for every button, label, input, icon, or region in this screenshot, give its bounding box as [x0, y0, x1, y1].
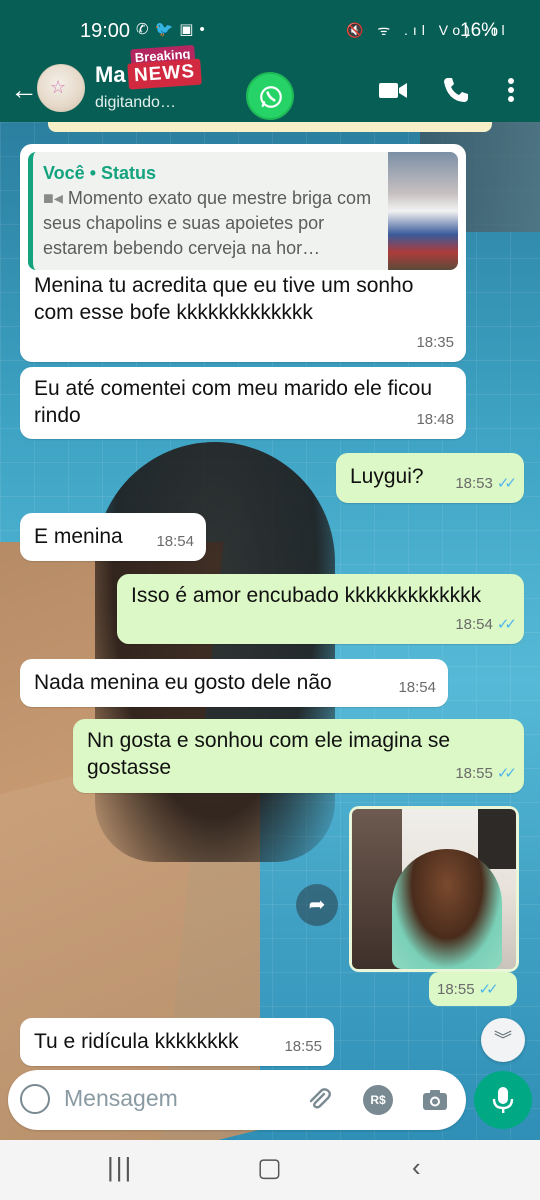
- message-text: Eu até comentei com meu marido ele ficou…: [34, 377, 433, 427]
- message-outgoing[interactable]: Luygui? 18:53 ✓✓: [336, 453, 524, 503]
- message-meta: 18:55 ✓✓: [429, 972, 517, 1006]
- message-time: 18:54: [156, 533, 194, 550]
- quoted-status[interactable]: Você • Status ■◂ Momento exato que mestr…: [28, 152, 458, 270]
- message-incoming[interactable]: Eu até comentei com meu marido ele ficou…: [20, 367, 466, 439]
- scroll-to-bottom-button[interactable]: ︾: [481, 1018, 525, 1062]
- avatar-logo: ☆: [50, 77, 67, 97]
- message-meta: 18:53 ✓✓: [455, 470, 517, 497]
- quoted-thumbnail: [388, 152, 458, 270]
- quoted-text: ■◂ Momento exato que mestre briga com se…: [43, 186, 373, 261]
- message-text: Isso é amor encubado kkkkkkkkkkkkk: [131, 584, 482, 607]
- message-time: 18:35: [416, 334, 454, 351]
- mic-button[interactable]: [474, 1071, 532, 1129]
- message-outgoing[interactable]: Nn gosta e sonhou com ele imagina se gos…: [73, 719, 524, 793]
- status-bar: 19:00 ✆🐦▣• 🔇 ᯤ .ıl Vo) .ıl 16%: [0, 0, 540, 64]
- image-content: [352, 809, 516, 969]
- sticker-text-bottom: NEWS: [127, 58, 202, 90]
- battery-level: 16%: [460, 20, 499, 41]
- message-time: 18:55: [284, 1038, 322, 1055]
- twitter-icon: 🐦: [154, 21, 180, 38]
- video-call-icon[interactable]: [377, 74, 409, 106]
- contact-avatar[interactable]: ☆: [37, 64, 85, 112]
- chevron-double-down-icon: ︾: [494, 1030, 512, 1050]
- home-icon[interactable]: ▢: [257, 1152, 282, 1183]
- image-person: [392, 849, 502, 969]
- more-vert-icon[interactable]: [495, 74, 527, 106]
- message-incoming[interactable]: E menina 18:54: [20, 513, 206, 561]
- contact-name[interactable]: Ma: [95, 62, 126, 88]
- mic-icon: [492, 1087, 514, 1113]
- notification-icons: ✆🐦▣•: [136, 20, 211, 38]
- back-icon[interactable]: ‹: [412, 1152, 421, 1183]
- message-text: E menina: [34, 525, 123, 548]
- message-incoming[interactable]: Você • Status ■◂ Momento exato que mestr…: [20, 144, 466, 362]
- back-arrow-icon[interactable]: ←: [10, 74, 38, 106]
- top-app-bar: 19:00 ✆🐦▣• 🔇 ᯤ .ıl Vo) .ıl 16% ← ☆ Ma di…: [0, 0, 540, 122]
- message-time: 18:55: [455, 765, 493, 782]
- previous-message-edge: [48, 122, 492, 132]
- recents-icon[interactable]: |||: [107, 1152, 133, 1183]
- message-time: 18:53: [455, 475, 493, 492]
- badge-icon: ▣: [179, 21, 200, 38]
- message-image[interactable]: [349, 806, 519, 972]
- payment-icon[interactable]: R$: [363, 1085, 393, 1115]
- message-time: 18:54: [398, 679, 436, 696]
- forward-icon[interactable]: ➦: [296, 884, 338, 926]
- video-icon: ■◂: [43, 188, 68, 208]
- message-time: 18:55: [437, 981, 475, 998]
- message-incoming[interactable]: Tu e ridícula kkkkkkkk 18:55: [20, 1018, 334, 1066]
- emoji-icon[interactable]: [20, 1084, 50, 1114]
- phone-icon[interactable]: [440, 74, 472, 106]
- message-input[interactable]: Mensagem: [64, 1085, 178, 1112]
- message-text: Luygui?: [350, 465, 424, 488]
- whatsapp-icon: ✆: [136, 21, 155, 38]
- message-time: 18:54: [455, 616, 493, 633]
- message-meta: 18:54 ✓✓: [455, 611, 517, 638]
- camera-icon[interactable]: [420, 1085, 450, 1115]
- message-text: Nn gosta e sonhou com ele imagina se gos…: [87, 729, 451, 779]
- message-text: Menina tu acredita que eu tive um sonho …: [34, 274, 414, 324]
- attach-icon[interactable]: [304, 1085, 334, 1115]
- read-ticks-icon: ✓✓: [496, 475, 517, 492]
- message-text: Nada menina eu gosto dele não: [34, 671, 332, 694]
- message-time: 18:48: [416, 411, 454, 428]
- whatsapp-logo-icon: [246, 72, 294, 120]
- status-time: 19:00: [80, 20, 131, 42]
- chat-header: ← ☆ Ma digitando… Breaking NEWS: [0, 44, 540, 122]
- quoted-text-content: Momento exato que mestre briga com seus …: [43, 188, 372, 258]
- message-incoming[interactable]: Nada menina eu gosto dele não 18:54: [20, 659, 448, 707]
- read-ticks-icon: ✓✓: [478, 981, 499, 998]
- message-meta: 18:55 ✓✓: [455, 760, 517, 787]
- message-text: Tu e ridícula kkkkkkkk: [34, 1030, 239, 1053]
- message-outgoing[interactable]: Isso é amor encubado kkkkkkkkkkkkk 18:54…: [117, 574, 524, 644]
- quoted-author: Você • Status: [43, 163, 157, 183]
- read-ticks-icon: ✓✓: [496, 765, 517, 782]
- breaking-news-sticker: Breaking NEWS: [126, 44, 205, 101]
- system-nav-bar: ||| ▢ ‹: [0, 1140, 540, 1200]
- read-ticks-icon: ✓✓: [496, 616, 517, 633]
- message-composer[interactable]: Mensagem R$: [8, 1070, 466, 1130]
- dot-icon: •: [199, 21, 211, 38]
- wallpaper-person: [95, 442, 335, 862]
- image-window: [478, 809, 516, 869]
